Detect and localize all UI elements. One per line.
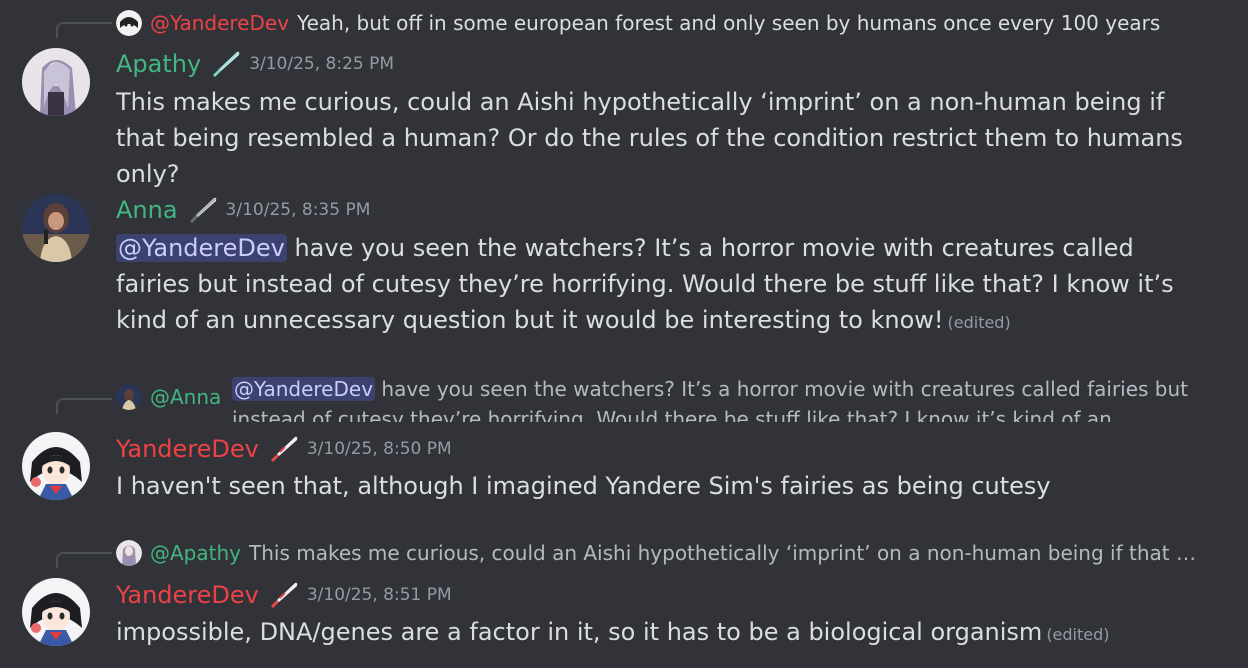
- user-mention[interactable]: @YandereDev: [116, 234, 287, 262]
- reply-preview[interactable]: @Apathy This makes me curious, could an …: [116, 539, 1206, 567]
- reply-text-body: have you seen the watchers? It’s a horro…: [232, 377, 1189, 422]
- avatar[interactable]: [22, 432, 90, 500]
- edited-label: (edited): [1046, 625, 1110, 644]
- knife-icon: [270, 582, 298, 608]
- knife-icon: [189, 197, 216, 223]
- username-anna[interactable]: Anna: [116, 196, 178, 224]
- message-header: Apathy 3/10/25, 8:25 PM: [116, 46, 394, 82]
- reply-connector: [56, 398, 112, 414]
- yanderedev-avatar-image: [22, 578, 90, 646]
- timestamp[interactable]: 3/10/25, 8:25 PM: [249, 54, 394, 74]
- knife-icon: [213, 51, 240, 77]
- yanderedev-avatar-image: [22, 432, 90, 500]
- message-content: impossible, DNA/genes are a factor in it…: [116, 614, 1206, 653]
- apathy-avatar-image: [22, 48, 90, 116]
- reply-mention[interactable]: @Apathy: [150, 541, 241, 565]
- reply-connector: [56, 22, 112, 38]
- username-apathy[interactable]: Apathy: [116, 50, 201, 78]
- message-header: YandereDev 3/10/25, 8:50 PM: [116, 431, 452, 467]
- reply-connector: [56, 552, 112, 568]
- reply-text: Yeah, but off in some european forest an…: [297, 11, 1161, 35]
- reply-text: @YandereDev have you seen the watchers? …: [232, 374, 1204, 422]
- message-text: impossible, DNA/genes are a factor in it…: [116, 618, 1043, 646]
- reply-preview[interactable]: @Anna: [116, 383, 236, 411]
- username-yanderedev[interactable]: YandereDev: [116, 435, 259, 463]
- avatar[interactable]: [22, 578, 90, 646]
- timestamp[interactable]: 3/10/25, 8:50 PM: [307, 439, 452, 459]
- edited-label: (edited): [947, 313, 1011, 332]
- knife-icon: [270, 436, 298, 462]
- reply-text: This makes me curious, could an Aishi hy…: [249, 541, 1206, 565]
- yanderedev-mini-avatar: [116, 10, 142, 36]
- message-header: YandereDev 3/10/25, 8:51 PM: [116, 577, 452, 613]
- reply-mention[interactable]: @YandereDev: [150, 11, 289, 35]
- apathy-mini-avatar: [116, 540, 142, 566]
- anna-avatar-image: [22, 194, 90, 262]
- message-content: I haven't seen that, although I imagined…: [116, 472, 1051, 500]
- message-content: @YandereDev have you seen the watchers? …: [116, 230, 1206, 341]
- username-yanderedev[interactable]: YandereDev: [116, 581, 259, 609]
- timestamp[interactable]: 3/10/25, 8:35 PM: [226, 200, 371, 220]
- reply-mention[interactable]: @Anna: [150, 385, 221, 409]
- timestamp[interactable]: 3/10/25, 8:51 PM: [307, 585, 452, 605]
- avatar[interactable]: [22, 194, 90, 262]
- avatar[interactable]: [22, 48, 90, 116]
- chat-log: @YandereDev Yeah, but off in some europe…: [0, 0, 1248, 668]
- reply-preview[interactable]: @YandereDev Yeah, but off in some europe…: [116, 9, 1216, 37]
- message-header: Anna 3/10/25, 8:35 PM: [116, 192, 370, 228]
- user-mention[interactable]: @YandereDev: [232, 377, 376, 401]
- anna-mini-avatar: [116, 384, 142, 410]
- message-content: This makes me curious, could an Aishi hy…: [116, 88, 1183, 188]
